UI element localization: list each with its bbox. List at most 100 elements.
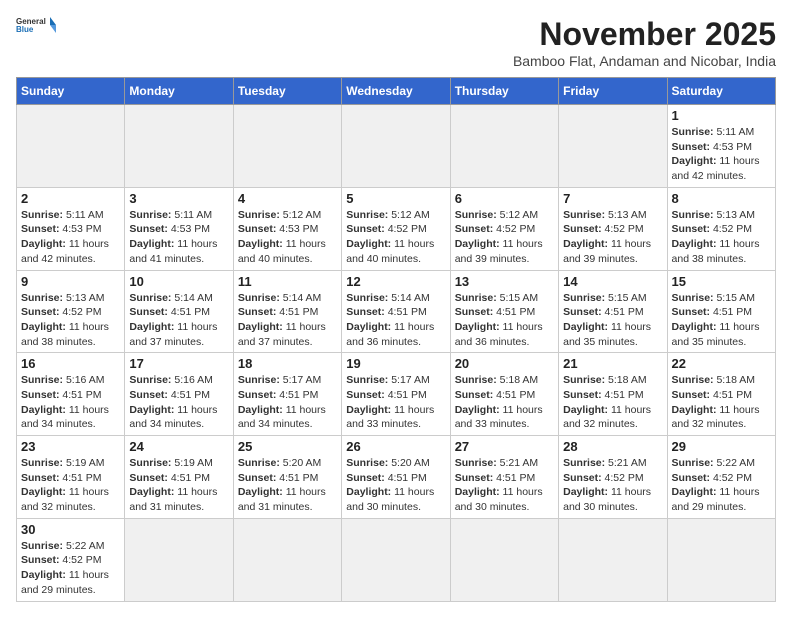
day-info-label: Sunset: (129, 223, 170, 235)
day-info: Sunrise: 5:21 AMSunset: 4:52 PMDaylight:… (563, 456, 662, 515)
day-number: 15 (672, 274, 771, 289)
calendar-day-cell: 29 Sunrise: 5:22 AMSunset: 4:52 PMDayligh… (667, 436, 775, 519)
daylight-label: Daylight: (346, 486, 394, 498)
day-info: Sunrise: 5:20 AMSunset: 4:51 PMDaylight:… (238, 456, 337, 515)
daylight-label: Daylight: (672, 238, 720, 250)
day-info-label: Sunrise: (21, 292, 66, 304)
day-number: 3 (129, 191, 228, 206)
day-number: 12 (346, 274, 445, 289)
calendar-day-cell: 21Sunrise: 5:18 AMSunset: 4:51 PMDayligh… (559, 353, 667, 436)
day-number: 27 (455, 439, 554, 454)
day-info-label: Sunset: (238, 389, 279, 401)
day-info-label: Sunrise: (455, 209, 500, 221)
calendar-day-cell: 25Sunrise: 5:20 AMSunset: 4:51 PMDayligh… (233, 436, 341, 519)
day-info-label: Sunset: (346, 389, 387, 401)
day-info: Sunrise: 5:22 AMSunset: 4:52 PMDaylight:… (21, 539, 120, 598)
day-number: 24 (129, 439, 228, 454)
day-number: 5 (346, 191, 445, 206)
day-info: Sunrise: 5:14 AMSunset: 4:51 PMDaylight:… (238, 291, 337, 350)
day-number: 30 (21, 522, 120, 537)
calendar-week-row: 16Sunrise: 5:16 AMSunset: 4:51 PMDayligh… (17, 353, 776, 436)
calendar-day-cell (667, 518, 775, 601)
calendar-day-cell (450, 518, 558, 601)
day-info-label: Sunset: (238, 223, 279, 235)
day-number: 9 (21, 274, 120, 289)
daylight-label: Daylight: (238, 238, 286, 250)
day-info-label: Sunset: (455, 389, 496, 401)
day-number: 7 (563, 191, 662, 206)
daylight-label: Daylight: (346, 404, 394, 416)
day-number: 26 (346, 439, 445, 454)
day-number: 19 (346, 356, 445, 371)
calendar-day-cell: 10Sunrise: 5:14 AMSunset: 4:51 PMDayligh… (125, 270, 233, 353)
day-info-label: Sunset: (346, 306, 387, 318)
day-info-label: Sunrise: (455, 292, 500, 304)
daylight-label: Daylight: (129, 404, 177, 416)
day-info-label: Sunset: (21, 554, 62, 566)
day-number: 13 (455, 274, 554, 289)
daylight-label: Daylight: (21, 486, 69, 498)
calendar-header-row: SundayMondayTuesdayWednesdayThursdayFrid… (17, 78, 776, 105)
day-info: Sunrise: 5:15 AMSunset: 4:51 PMDaylight:… (672, 291, 771, 350)
calendar-day-cell: 16Sunrise: 5:16 AMSunset: 4:51 PMDayligh… (17, 353, 125, 436)
day-of-week-header: Thursday (450, 78, 558, 105)
day-info-label: Sunset: (455, 472, 496, 484)
day-info-label: Sunset: (563, 389, 604, 401)
day-info-label: Sunrise: (563, 374, 608, 386)
calendar-day-cell: 30 Sunrise: 5:22 AMSunset: 4:52 PMDayligh… (17, 518, 125, 601)
day-info: Sunrise: 5:16 AMSunset: 4:51 PMDaylight:… (129, 373, 228, 432)
day-info-label: Sunset: (672, 472, 713, 484)
day-info: Sunrise: 5:11 AMSunset: 4:53 PMDaylight:… (672, 125, 771, 184)
daylight-label: Daylight: (455, 404, 503, 416)
day-number: 6 (455, 191, 554, 206)
day-number: 10 (129, 274, 228, 289)
day-number: 8 (672, 191, 771, 206)
day-info-label: Sunrise: (21, 209, 66, 221)
day-info-label: Sunrise: (238, 292, 283, 304)
daylight-label: Daylight: (563, 404, 611, 416)
month-title: November 2025 (513, 16, 776, 53)
day-info-label: Sunrise: (563, 292, 608, 304)
calendar-day-cell: 24Sunrise: 5:19 AMSunset: 4:51 PMDayligh… (125, 436, 233, 519)
calendar-day-cell: 28 Sunrise: 5:21 AMSunset: 4:52 PMDayligh… (559, 436, 667, 519)
day-number: 4 (238, 191, 337, 206)
calendar-day-cell (559, 518, 667, 601)
day-info: Sunrise: 5:18 AMSunset: 4:51 PMDaylight:… (672, 373, 771, 432)
calendar-week-row: 2Sunrise: 5:11 AMSunset: 4:53 PMDaylight… (17, 187, 776, 270)
day-of-week-header: Friday (559, 78, 667, 105)
calendar-week-row: 1 Sunrise: 5:11 AMSunset: 4:53 PMDaylight… (17, 105, 776, 188)
day-info-label: Sunrise: (129, 292, 174, 304)
calendar-day-cell: 22 Sunrise: 5:18 AMSunset: 4:51 PMDayligh… (667, 353, 775, 436)
day-info-label: Sunset: (346, 223, 387, 235)
day-number: 17 (129, 356, 228, 371)
day-info-label: Sunrise: (672, 292, 717, 304)
calendar-week-row: 30 Sunrise: 5:22 AMSunset: 4:52 PMDayligh… (17, 518, 776, 601)
calendar-day-cell (233, 105, 341, 188)
day-info: Sunrise: 5:17 AMSunset: 4:51 PMDaylight:… (346, 373, 445, 432)
day-number: 1 (672, 108, 771, 123)
calendar-day-cell (125, 518, 233, 601)
logo: General Blue (16, 16, 56, 34)
day-info: Sunrise: 5:11 AMSunset: 4:53 PMDaylight:… (21, 208, 120, 267)
day-info: Sunrise: 5:18 AMSunset: 4:51 PMDaylight:… (455, 373, 554, 432)
day-info-label: Sunrise: (129, 209, 174, 221)
day-of-week-header: Tuesday (233, 78, 341, 105)
day-info-label: Sunrise: (238, 457, 283, 469)
daylight-label: Daylight: (346, 321, 394, 333)
day-number: 23 (21, 439, 120, 454)
day-number: 29 (672, 439, 771, 454)
calendar-day-cell: 14Sunrise: 5:15 AMSunset: 4:51 PMDayligh… (559, 270, 667, 353)
day-info: Sunrise: 5:13 AMSunset: 4:52 PMDaylight:… (672, 208, 771, 267)
daylight-label: Daylight: (672, 404, 720, 416)
day-info-label: Sunset: (238, 472, 279, 484)
title-area: November 2025 Bamboo Flat, Andaman and N… (513, 16, 776, 69)
day-info-label: Sunset: (346, 472, 387, 484)
day-of-week-header: Sunday (17, 78, 125, 105)
day-info: Sunrise: 5:22 AMSunset: 4:52 PMDaylight:… (672, 456, 771, 515)
calendar-day-cell: 13Sunrise: 5:15 AMSunset: 4:51 PMDayligh… (450, 270, 558, 353)
day-number: 22 (672, 356, 771, 371)
calendar-day-cell (342, 105, 450, 188)
day-number: 28 (563, 439, 662, 454)
day-info-label: Sunset: (672, 223, 713, 235)
calendar-day-cell: 15 Sunrise: 5:15 AMSunset: 4:51 PMDayligh… (667, 270, 775, 353)
